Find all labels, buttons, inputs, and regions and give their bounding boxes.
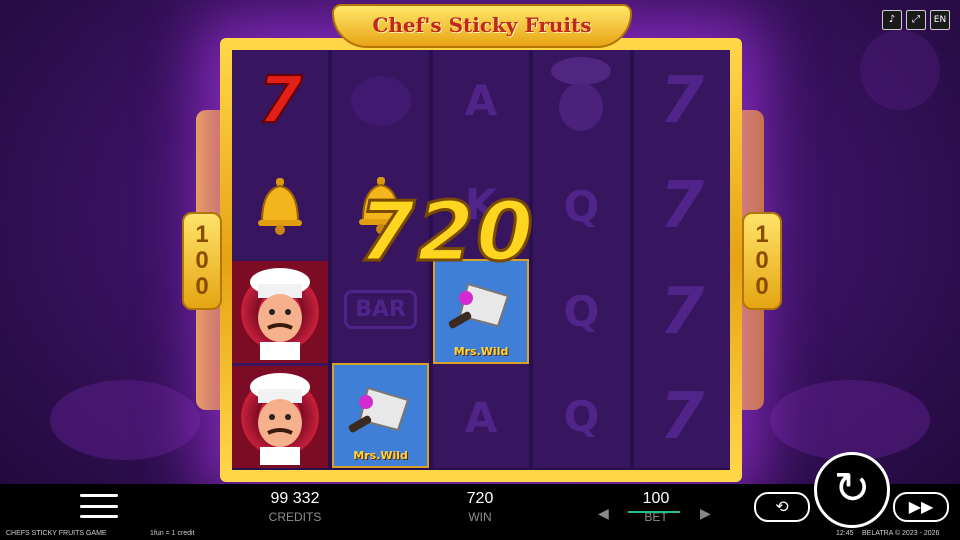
game-title: Chef's Sticky Fruits (372, 13, 592, 37)
symbol-seven: 7 (659, 379, 705, 454)
symbol-chef (232, 260, 329, 363)
symbol-q: Q (563, 287, 600, 337)
footer-game-name: CHEFS STICKY FRUITS GAME (6, 530, 107, 537)
symbol-a: A (464, 392, 498, 442)
spin-button[interactable]: ↻ (814, 452, 890, 528)
bg-fruit-right (770, 380, 930, 460)
top-controls: ♪ ⤢ EN (882, 10, 950, 30)
symbol-chef (232, 365, 329, 468)
reel-5: 7 7 7 7 (633, 50, 731, 468)
bet-increase-icon[interactable]: ▶ (700, 506, 711, 522)
language-button[interactable]: EN (930, 10, 950, 30)
footer-copyright: BELATRA © 2023 - 2026 (862, 530, 940, 537)
win-amount-overlay: 720 (356, 184, 536, 282)
symbol-seven: 7 (659, 64, 705, 139)
bet-value: 100 (642, 490, 670, 507)
reel-4: Q Q Q (533, 50, 630, 468)
symbol-seven-red: 7 (257, 63, 304, 139)
game-title-banner: Chef's Sticky Fruits (332, 4, 632, 48)
reel-1: 7 (232, 50, 329, 468)
symbol-q: Q (563, 392, 600, 442)
symbol-plum (332, 50, 428, 151)
win-display: 720 WIN (420, 490, 540, 524)
bell-icon (258, 178, 303, 236)
symbol-bell (232, 155, 328, 257)
bet-underline (628, 511, 680, 513)
bg-moon (860, 30, 940, 110)
credits-display: 99 332 CREDITS (235, 490, 355, 524)
fullscreen-icon[interactable]: ⤢ (906, 10, 926, 30)
turbo-button[interactable]: ▶▶ (893, 492, 949, 522)
bet-display: 100 BET (596, 490, 716, 524)
cleaver-icon (348, 387, 409, 433)
chef-icon (250, 267, 311, 360)
footer-rate: 1fun = 1 credit (150, 530, 195, 537)
symbol-q: Q (563, 181, 600, 231)
plum-icon (350, 75, 411, 126)
symbol-seven: 7 (659, 169, 705, 244)
symbol-a: A (464, 76, 498, 126)
credits-value: 99 332 (270, 490, 320, 507)
win-label: WIN (468, 510, 492, 524)
win-value: 720 (466, 490, 494, 507)
symbol-seven: 7 (659, 274, 705, 349)
pay-plate-left: 100 (182, 212, 222, 310)
footer-time: 12:45 (836, 530, 854, 537)
chef-icon (551, 57, 612, 132)
menu-icon[interactable] (80, 494, 118, 518)
symbol-chef-ghost (533, 50, 629, 152)
pay-plate-right: 100 (742, 212, 782, 310)
symbol-wild: Mrs.Wild (332, 362, 429, 468)
credits-label: CREDITS (268, 510, 322, 524)
chef-icon (250, 372, 311, 465)
autoplay-button[interactable]: ⟲ (754, 492, 810, 522)
bg-fruit-left (50, 380, 200, 460)
speaker-icon[interactable]: ♪ (882, 10, 902, 30)
cleaver-icon (448, 282, 510, 329)
